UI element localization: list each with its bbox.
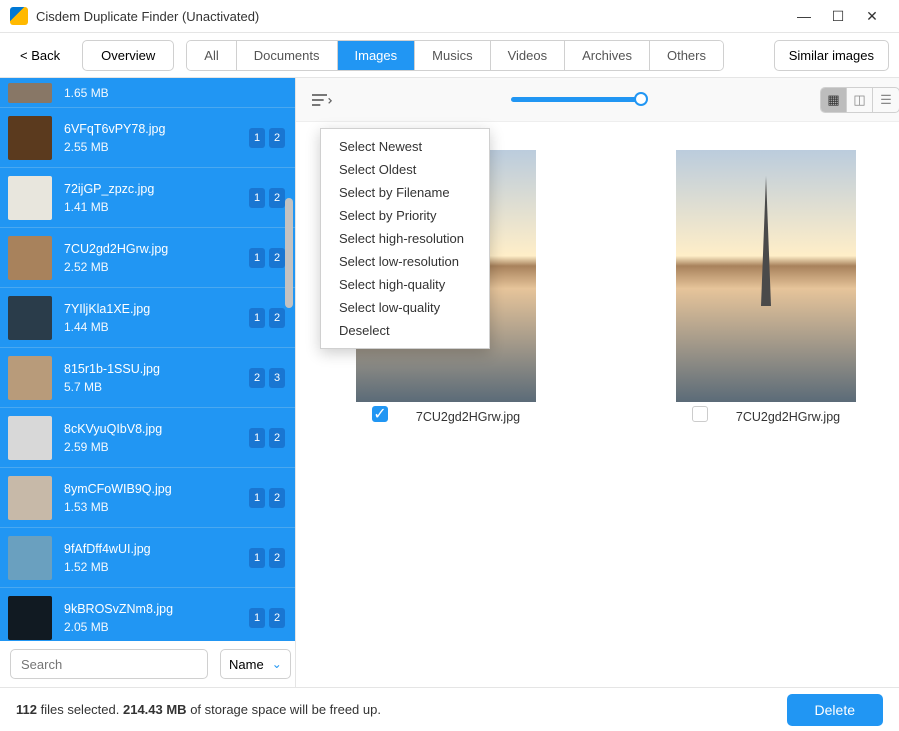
- menu-select-low-res[interactable]: Select low-resolution: [321, 250, 489, 273]
- duplicate-list[interactable]: 1.65 MB 6VFqT6vPY78.jpg 2.55 MB 1 2 72ij…: [0, 78, 295, 641]
- window-title: Cisdem Duplicate Finder (Unactivated): [36, 9, 787, 24]
- file-size: 2.05 MB: [64, 620, 249, 634]
- list-item[interactable]: 7CU2gd2HGrw.jpg 2.52 MB 12: [0, 228, 295, 288]
- list-item[interactable]: 9fAfDff4wUI.jpg 1.52 MB 12: [0, 528, 295, 588]
- view-switcher: ▦ ◫ ☰: [820, 87, 899, 113]
- search-input[interactable]: [10, 649, 208, 679]
- zoom-slider[interactable]: [332, 97, 820, 102]
- list-item[interactable]: 9kBROSvZNm8.jpg 2.05 MB 12: [0, 588, 295, 641]
- file-name: 6VFqT6vPY78.jpg: [64, 122, 249, 136]
- menu-select-oldest[interactable]: Select Oldest: [321, 158, 489, 181]
- similar-images-button[interactable]: Similar images: [774, 40, 889, 71]
- dup-count-badges: 1 2: [249, 128, 285, 148]
- file-name: 815r1b-1SSU.jpg: [64, 362, 249, 376]
- selected-count: 112: [16, 702, 37, 717]
- file-size: 1.52 MB: [64, 560, 249, 574]
- file-name: 72ijGP_zpzc.jpg: [64, 182, 249, 196]
- thumbnail: [8, 596, 52, 640]
- compare-view-icon[interactable]: ◫: [847, 88, 873, 112]
- thumbnail: [8, 416, 52, 460]
- list-item[interactable]: 8ymCFoWIB9Q.jpg 1.53 MB 12: [0, 468, 295, 528]
- file-name: 8ymCFoWIB9Q.jpg: [64, 482, 249, 496]
- thumbnail: [8, 83, 52, 103]
- file-size: 1.44 MB: [64, 320, 249, 334]
- thumbnail: [8, 176, 52, 220]
- sidebar: 1.65 MB 6VFqT6vPY78.jpg 2.55 MB 1 2 72ij…: [0, 78, 296, 687]
- sidebar-bottom: Name ⌄: [0, 641, 295, 687]
- file-name: 7CU2gd2HGrw.jpg: [64, 242, 249, 256]
- tab-musics[interactable]: Musics: [415, 41, 490, 70]
- preview-caption: 7CU2gd2HGrw.jpg: [416, 410, 520, 424]
- thumbnail: [8, 116, 52, 160]
- list-view-icon[interactable]: ☰: [873, 88, 899, 112]
- select-checkbox[interactable]: [692, 406, 708, 422]
- thumbnail: [8, 356, 52, 400]
- thumbnail: [8, 236, 52, 280]
- close-button[interactable]: ✕: [855, 8, 889, 25]
- list-item[interactable]: 1.65 MB: [0, 78, 295, 108]
- sort-value: Name: [229, 657, 264, 672]
- list-item[interactable]: 8cKVyuQIbV8.jpg 2.59 MB 12: [0, 408, 295, 468]
- overview-button[interactable]: Overview: [82, 40, 174, 71]
- file-name: 9kBROSvZNm8.jpg: [64, 602, 249, 616]
- chevron-down-icon: ⌄: [272, 657, 282, 671]
- main-toolbar: ▦ ◫ ☰: [296, 78, 899, 122]
- menu-select-newest[interactable]: Select Newest: [321, 135, 489, 158]
- list-item[interactable]: 6VFqT6vPY78.jpg 2.55 MB 1 2: [0, 108, 295, 168]
- file-size: 1.65 MB: [64, 86, 285, 100]
- select-checkbox[interactable]: ✓: [372, 406, 388, 422]
- menu-select-high-quality[interactable]: Select high-quality: [321, 273, 489, 296]
- maximize-button[interactable]: ☐: [821, 8, 855, 25]
- app-icon: [10, 7, 28, 25]
- thumbnail: [8, 536, 52, 580]
- file-name: 7YIljKla1XE.jpg: [64, 302, 249, 316]
- file-size: 1.41 MB: [64, 200, 249, 214]
- thumbnail: [8, 296, 52, 340]
- tab-documents[interactable]: Documents: [237, 41, 338, 70]
- tab-images[interactable]: Images: [338, 41, 416, 70]
- selection-menu-icon[interactable]: [312, 93, 332, 107]
- list-item[interactable]: 7YIljKla1XE.jpg 1.44 MB 12: [0, 288, 295, 348]
- tab-videos[interactable]: Videos: [491, 41, 566, 70]
- menu-select-filename[interactable]: Select by Filename: [321, 181, 489, 204]
- menu-deselect[interactable]: Deselect: [321, 319, 489, 342]
- titlebar: Cisdem Duplicate Finder (Unactivated) — …: [0, 0, 899, 32]
- toolbar: < Back Overview All Documents Images Mus…: [0, 32, 899, 78]
- preview-item: 7CU2gd2HGrw.jpg: [656, 150, 876, 659]
- file-size: 2.59 MB: [64, 440, 249, 454]
- tab-all[interactable]: All: [187, 41, 236, 70]
- menu-select-low-quality[interactable]: Select low-quality: [321, 296, 489, 319]
- grid-view-icon[interactable]: ▦: [821, 88, 847, 112]
- menu-select-high-res[interactable]: Select high-resolution: [321, 227, 489, 250]
- file-size: 2.52 MB: [64, 260, 249, 274]
- menu-select-priority[interactable]: Select by Priority: [321, 204, 489, 227]
- file-size: 5.7 MB: [64, 380, 249, 394]
- minimize-button[interactable]: —: [787, 8, 821, 24]
- category-tabs: All Documents Images Musics Videos Archi…: [186, 40, 724, 71]
- thumbnail: [8, 476, 52, 520]
- file-name: 9fAfDff4wUI.jpg: [64, 542, 249, 556]
- sort-dropdown[interactable]: Name ⌄: [220, 649, 291, 679]
- status-footer: 112 files selected. 214.43 MB of storage…: [0, 687, 899, 731]
- tab-archives[interactable]: Archives: [565, 41, 650, 70]
- selection-context-menu: Select Newest Select Oldest Select by Fi…: [320, 128, 490, 349]
- delete-button[interactable]: Delete: [787, 694, 883, 726]
- tab-others[interactable]: Others: [650, 41, 723, 70]
- scrollbar[interactable]: [285, 198, 293, 308]
- file-size: 1.53 MB: [64, 500, 249, 514]
- list-item[interactable]: 72ijGP_zpzc.jpg 1.41 MB 12: [0, 168, 295, 228]
- list-item[interactable]: 815r1b-1SSU.jpg 5.7 MB 23: [0, 348, 295, 408]
- freed-size: 214.43 MB: [123, 702, 187, 717]
- file-size: 2.55 MB: [64, 140, 249, 154]
- preview-caption: 7CU2gd2HGrw.jpg: [736, 410, 840, 424]
- preview-image[interactable]: [676, 150, 856, 402]
- back-button[interactable]: < Back: [10, 48, 70, 63]
- file-name: 8cKVyuQIbV8.jpg: [64, 422, 249, 436]
